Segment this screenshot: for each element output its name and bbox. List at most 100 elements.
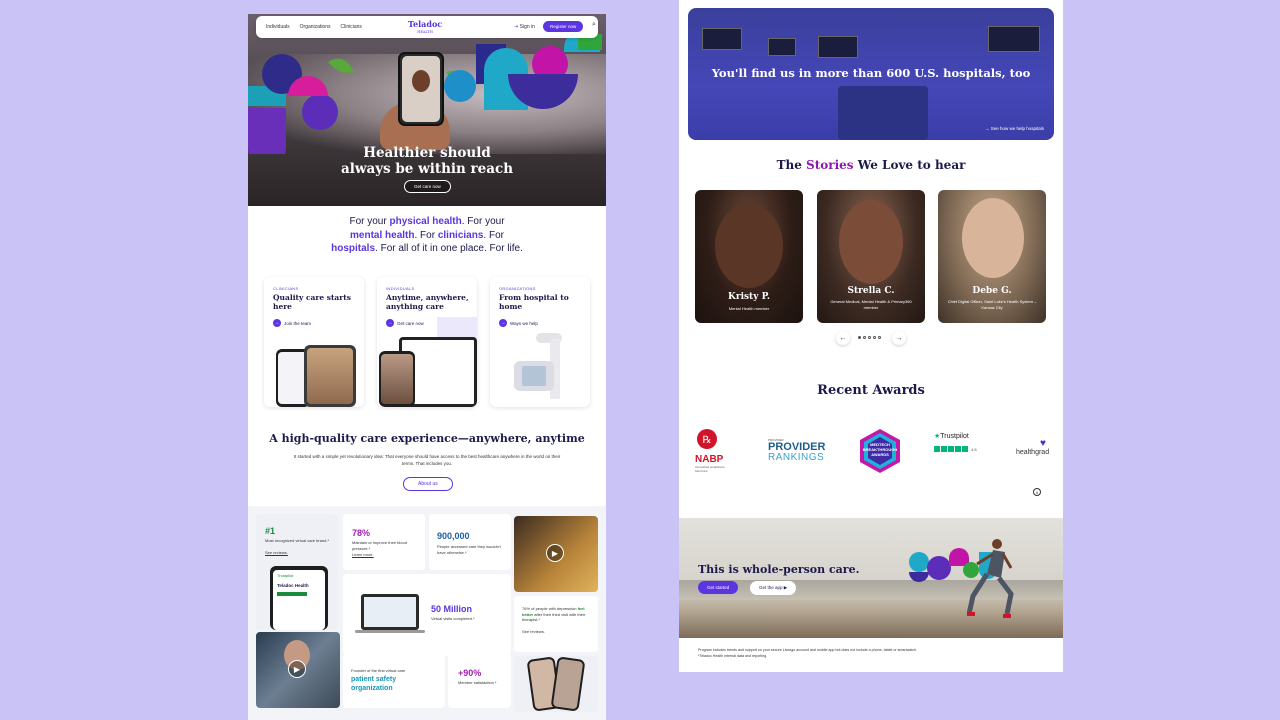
member-photo	[962, 198, 1024, 278]
laptop-base	[355, 630, 425, 633]
nabp-sublabel: Accredited Healthcare Merchant	[695, 465, 725, 473]
healthgrades-label: healthgrad	[1016, 449, 1050, 456]
tagline-highlight: mental health	[350, 229, 415, 241]
nav-link-clinicians[interactable]: Clinicians	[341, 24, 362, 30]
nav-link-organizations[interactable]: Organizations	[300, 24, 331, 30]
card-category: ORGANIZATIONS	[499, 286, 536, 291]
story-card-strella[interactable]: Strella C. General Medical, Mental Healt…	[817, 190, 925, 323]
sign-in-link[interactable]: ⇥ Sign in	[514, 24, 535, 30]
pause-icon[interactable]: II	[1033, 488, 1041, 496]
card-action-label: Get care now	[397, 320, 424, 326]
join-the-team-link[interactable]: → Join the team	[273, 319, 311, 327]
tagline-highlight: hospitals	[331, 243, 376, 254]
button-label: Get the app	[759, 585, 783, 590]
play-icon[interactable]: ▶	[288, 660, 306, 678]
video-thumbnail-founder[interactable]: ▶	[256, 632, 340, 708]
search-icon[interactable]: ⌕	[592, 21, 596, 29]
hero-headline-line2: always be within reach	[340, 161, 514, 177]
story-role: Chief Digital Officer, Saint Luke's Heal…	[947, 299, 1037, 310]
about-us-button[interactable]: About us	[403, 477, 453, 491]
laptop-mockup	[361, 594, 419, 630]
medtech-label: AWARDS	[871, 452, 889, 457]
card-accent-band	[437, 317, 477, 339]
register-now-button[interactable]: Register now	[543, 21, 584, 32]
tagline-text: . For your	[461, 216, 505, 227]
card-title: Quality care starts here	[273, 293, 351, 311]
ways-we-help-link[interactable]: → Ways we help	[499, 319, 538, 327]
trustpilot-label: Trustpilot	[277, 573, 294, 578]
app-review-title: Teladoc Health	[277, 583, 309, 588]
learn-more-link[interactable]: Learn more.	[352, 552, 374, 558]
svg-text:℞: ℞	[703, 435, 712, 446]
top-navigation-bar: Individuals Organizations Clinicians Tel…	[256, 16, 598, 38]
sign-in-label: Sign in	[519, 24, 535, 30]
stat-text: Founder of the first virtual care	[351, 668, 406, 673]
nabp-award: ℞ NABP Accredited Healthcare Merchant	[695, 428, 735, 473]
hospital-monitor	[768, 38, 796, 56]
hospital-monitor	[818, 36, 858, 58]
carousel-next-button[interactable]: →	[892, 331, 906, 345]
stat-patient-safety: Founder of the first virtual care patien…	[343, 654, 445, 708]
homepage-bottom-panel: You'll find us in more than 600 U.S. hos…	[679, 0, 1063, 672]
video-call-mockup	[304, 345, 356, 407]
see-how-we-help-hospitals-link[interactable]: → See how we help hospitals	[985, 126, 1044, 131]
see-reviews-link[interactable]: See reviews.	[265, 550, 288, 556]
carousel-dot[interactable]	[858, 336, 861, 339]
tagline: For your physical health. For your menta…	[248, 215, 606, 256]
telehealth-robot-screen	[514, 361, 554, 391]
nav-link-individuals[interactable]: Individuals	[266, 24, 290, 30]
trustpilot-stars: 4.8	[934, 446, 994, 452]
stat-value: patient safety organization	[351, 676, 397, 692]
tagline-highlight: physical health	[389, 216, 462, 227]
video-thumbnail-therapy[interactable]: ▶	[514, 516, 598, 592]
stat-value: 78%	[352, 528, 371, 538]
recent-awards-heading: Recent Awards	[817, 383, 925, 398]
stat-depression: 76% of people with depression feel bette…	[514, 596, 598, 652]
story-card-debe[interactable]: Debe G. Chief Digital Officer, Saint Luk…	[938, 190, 1046, 323]
arrow-right-icon: →	[895, 334, 903, 342]
carousel-dot[interactable]	[863, 336, 866, 339]
get-care-now-button[interactable]: Get care now	[404, 180, 451, 193]
provider-rankings-award: PROVIDER PROVIDER RANKINGS	[768, 438, 830, 463]
care-experience-heading: A high-quality care experience—anywhere,…	[269, 432, 585, 445]
carousel-prev-button[interactable]: ←	[836, 331, 850, 345]
heading-text: The	[776, 158, 807, 172]
hero-phone-illustration	[398, 52, 444, 126]
stat-value: #1	[265, 526, 276, 536]
card-organizations[interactable]: ORGANIZATIONS From hospital to home → Way…	[490, 277, 590, 407]
carousel-dot[interactable]	[878, 336, 881, 339]
member-photo	[715, 204, 783, 288]
teladoc-logo[interactable]: Teladoc HEALTH	[408, 20, 442, 36]
trustpilot-award: ★Trustpilot 4.8	[934, 432, 994, 452]
carousel-dot[interactable]	[868, 336, 871, 339]
stat-people-accessed: 900,000 People accessed care they wouldn…	[429, 514, 511, 570]
member-photo	[839, 200, 903, 284]
story-role: Mental Health member	[728, 306, 770, 311]
get-started-button[interactable]: Get started	[698, 581, 739, 594]
tagline-text: For your	[349, 216, 390, 227]
get-care-now-link[interactable]: → Get care now	[386, 319, 424, 327]
arrow-right-icon: →	[273, 319, 281, 327]
rankings-label: RANKINGS	[768, 452, 825, 463]
carousel-dots	[858, 336, 881, 339]
homepage-top-panel: Healthier should always be within reach …	[248, 14, 606, 720]
get-the-app-button[interactable]: Get the app ▶	[750, 581, 797, 595]
trustpilot-score: 4.8	[971, 446, 977, 452]
card-individuals[interactable]: INDIVIDUALS Anytime, anywhere, anything …	[377, 277, 477, 407]
carousel-dot[interactable]	[873, 336, 876, 339]
hero-headline-line1: Healthier should	[363, 145, 491, 161]
tagline-text: . For	[414, 229, 438, 241]
stat-text: Maintain or improve their blood pressure…	[352, 540, 407, 551]
play-store-icon: ▶	[783, 585, 788, 590]
runner-figure	[967, 539, 1014, 618]
trustpilot-app-mockup: Trustpilot Teladoc Health	[270, 566, 328, 630]
card-clinicians[interactable]: CLINICIANS Quality care starts here → Joi…	[264, 277, 364, 407]
story-card-kristy[interactable]: Kristy P. Mental Health member	[695, 190, 803, 323]
medtech-breakthrough-award: MEDTECH BREAKTHROUGH AWARDS	[857, 428, 903, 474]
care-experience-body: It started with a simple yet revolutiona…	[293, 454, 561, 466]
see-reviews-link[interactable]: See reviews.	[522, 629, 545, 635]
story-role: General Medical, Mental Health & Primary…	[830, 299, 912, 310]
stat-blood-pressure: 78% Maintain or improve their blood pres…	[343, 514, 425, 570]
stats-grid: #1 Most recognized virtual care brand.* …	[248, 506, 606, 720]
play-icon[interactable]: ▶	[546, 544, 564, 562]
